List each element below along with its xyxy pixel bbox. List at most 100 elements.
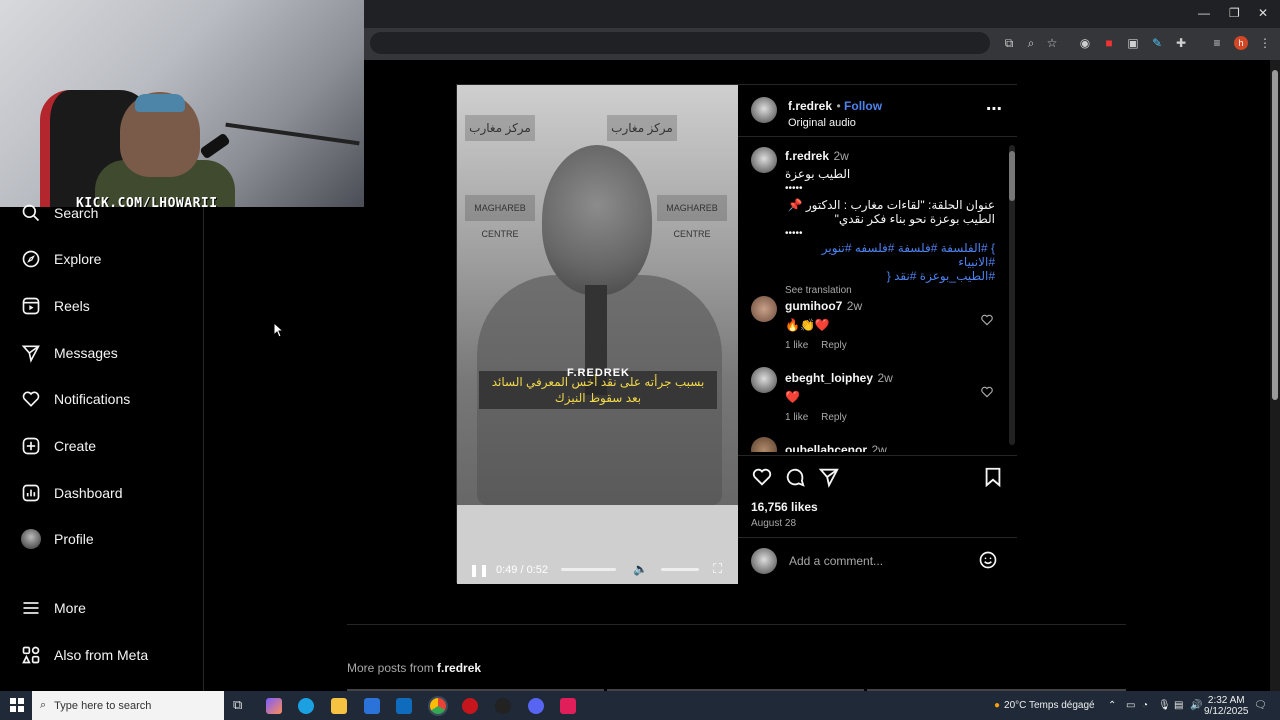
streamer-headset [135, 94, 185, 112]
add-comment-bar: Add a comment... [738, 537, 1017, 584]
cast-icon[interactable]: ⧉ [1002, 36, 1016, 50]
obs-icon[interactable] [495, 698, 511, 714]
share-icon[interactable] [818, 466, 840, 488]
see-translation-link[interactable]: See translation [785, 285, 995, 296]
zoom-icon[interactable]: ⌕ [1024, 36, 1038, 50]
emoji-icon[interactable] [978, 550, 998, 570]
comment-likes[interactable]: 1 like [785, 340, 808, 351]
more-options-icon[interactable]: ⋯ [986, 99, 1002, 119]
app-icon[interactable] [462, 698, 478, 714]
weather-icon: ● [994, 700, 1001, 711]
windows-start-icon[interactable] [10, 698, 24, 712]
author-username[interactable]: f.redrek [788, 99, 832, 113]
minimize-button[interactable]: — [1198, 6, 1210, 20]
volume-icon[interactable]: 🔊 [1190, 691, 1202, 720]
like-count[interactable]: 16,756 likes [751, 500, 818, 514]
extension-icon[interactable]: ◉ [1078, 36, 1092, 50]
comment-username[interactable]: oubellahcenor [785, 443, 867, 452]
sidebar-item-create[interactable]: Create [20, 434, 96, 458]
sidebar-item-reels[interactable]: Reels [20, 294, 90, 318]
pause-icon[interactable]: ❚❚ [469, 563, 489, 577]
sidebar-item-label: Messages [54, 345, 118, 361]
audio-label[interactable]: Original audio [788, 117, 882, 129]
tray-chevron-icon[interactable]: ⌃ [1108, 691, 1116, 720]
sidebar-item-messages[interactable]: Messages [20, 341, 118, 365]
extensions-puzzle-icon[interactable]: ✚ [1174, 36, 1188, 50]
discord-icon[interactable] [528, 698, 544, 714]
video-player[interactable]: مركز مغارب مركز مغارب MAGHAREB CENTRE MA… [457, 85, 738, 584]
follow-button[interactable]: Follow [844, 99, 882, 113]
taskbar-search[interactable]: ⌕ Type here to search [32, 691, 224, 720]
sidebar-item-profile[interactable]: Profile [20, 527, 94, 551]
file-explorer-icon[interactable] [331, 698, 347, 714]
caption-hashtags[interactable]: #الطيب_بوعزة #نقد { [785, 269, 995, 283]
microphone-icon[interactable]: 🎙 [1158, 691, 1171, 720]
comment-likes[interactable]: 1 like [785, 412, 808, 423]
sidebar-item-also-from-meta[interactable]: Also from Meta [20, 643, 148, 667]
close-window-button[interactable]: ✕ [1258, 6, 1268, 20]
address-bar[interactable] [370, 32, 990, 54]
profile-avatar-icon[interactable]: h [1234, 36, 1248, 50]
author-avatar[interactable] [751, 147, 777, 173]
edge-icon[interactable] [298, 698, 314, 714]
sidebar-item-dashboard[interactable]: Dashboard [20, 481, 123, 505]
comment-input[interactable]: Add a comment... [789, 554, 883, 568]
adblock-icon[interactable]: ■ [1102, 36, 1116, 50]
save-bookmark-icon[interactable] [983, 466, 1003, 488]
bookmark-star-icon[interactable]: ☆ [1045, 36, 1059, 50]
copilot-icon[interactable] [266, 698, 282, 714]
more-posts-username[interactable]: f.redrek [437, 661, 481, 675]
extension-icon[interactable]: ✎ [1150, 36, 1164, 50]
comment-like-heart-icon[interactable] [980, 313, 994, 327]
store-icon[interactable] [364, 698, 380, 714]
reply-button[interactable]: Reply [821, 340, 847, 351]
sidebar-item-label: Also from Meta [54, 647, 149, 663]
avatar[interactable] [751, 437, 777, 452]
kebab-menu-icon[interactable]: ⋮ [1258, 36, 1272, 50]
progress-bar[interactable] [561, 568, 616, 571]
comment: gumihoo7 2w 🔥👏❤️ 1 like Reply [785, 297, 862, 351]
reply-button[interactable]: Reply [821, 412, 847, 423]
avatar[interactable] [751, 296, 777, 322]
extension-icon[interactable]: ▣ [1126, 36, 1140, 50]
volume-icon[interactable]: 🔈 [633, 562, 648, 576]
network-icon[interactable]: ▤ [1174, 691, 1183, 720]
backdrop-logo: مركز مغارب [607, 115, 677, 141]
scrollbar-thumb[interactable] [1009, 151, 1015, 201]
tray-icon[interactable]: ▭ [1126, 691, 1135, 720]
clock[interactable]: 2:32 AM 9/12/2025 [1204, 691, 1249, 720]
maximize-button[interactable]: ❐ [1229, 6, 1240, 20]
outlook-icon[interactable] [396, 698, 412, 714]
volume-slider[interactable] [661, 568, 699, 571]
tray-icon[interactable]: ◔ [1142, 691, 1148, 720]
weather-widget[interactable]: ● 20°C Temps dégagé [994, 691, 1095, 720]
sidebar-item-notifications[interactable]: Notifications [20, 387, 130, 411]
sidebar-item-more[interactable]: More [20, 596, 86, 620]
page-scrollbar[interactable] [1270, 60, 1280, 691]
reading-list-icon[interactable]: ≡ [1210, 36, 1224, 50]
author-avatar[interactable] [751, 97, 777, 123]
scrollbar-thumb[interactable] [1272, 70, 1278, 400]
sidebar-item-search[interactable]: Search [20, 201, 98, 225]
comment-like-heart-icon[interactable] [980, 385, 994, 399]
sidebar-item-label: Search [54, 205, 99, 221]
mouse-cursor-icon [274, 323, 284, 337]
caption-username[interactable]: f.redrek [785, 149, 829, 163]
comments-scrollbar[interactable] [1009, 145, 1015, 445]
like-heart-icon[interactable] [751, 466, 773, 488]
comment-icon[interactable] [784, 466, 806, 488]
app-icon[interactable] [560, 698, 576, 714]
caption-dots: ••••• [785, 183, 803, 194]
search-icon [20, 202, 42, 224]
notification-center-icon[interactable]: 🗨 [1254, 691, 1267, 720]
sidebar-item-explore[interactable]: Explore [20, 247, 101, 271]
chrome-icon[interactable] [430, 698, 446, 714]
caption-line: الطيب بوعزة نحو بناء فكر نقدي" [834, 212, 995, 226]
caption-hashtags[interactable]: } #الفلسفة #فلسفة #فلسفه #تنوير #الانبيا… [785, 241, 995, 269]
comment-username[interactable]: ebeght_loiphey [785, 371, 873, 385]
comment-username[interactable]: gumihoo7 [785, 299, 842, 313]
fullscreen-icon[interactable]: ⛶ [713, 561, 722, 577]
task-view-icon[interactable]: ⧉ [233, 697, 242, 713]
backdrop-logo: مركز مغارب [465, 115, 535, 141]
avatar[interactable] [751, 367, 777, 393]
